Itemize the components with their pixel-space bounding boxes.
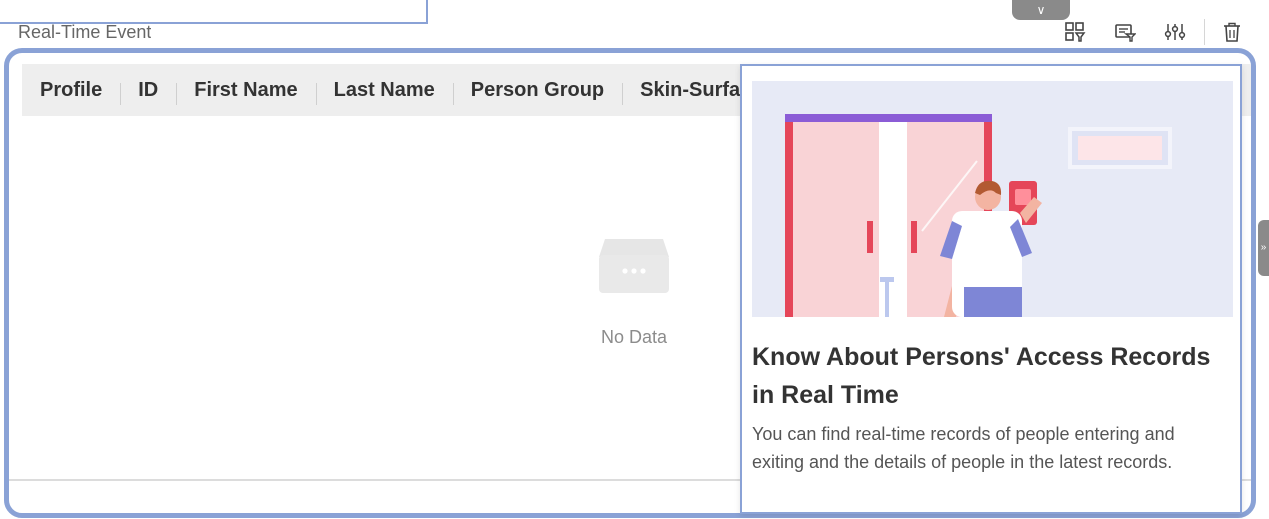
- chevron-down-icon: ∨: [1036, 3, 1046, 17]
- popover-description: You can find real-time records of people…: [752, 424, 1175, 472]
- grid-filter-icon: [1065, 22, 1086, 42]
- column-header-last-name[interactable]: Last Name: [315, 79, 453, 105]
- column-settings-button[interactable]: [1160, 16, 1190, 48]
- chevron-right-icon: »: [1260, 242, 1267, 253]
- toolbar: [1060, 16, 1267, 48]
- column-header-person-group[interactable]: Person Group: [452, 79, 622, 105]
- card-filter-button[interactable]: [1110, 16, 1140, 48]
- door-access-illustration: [752, 81, 1233, 317]
- trash-icon: [1224, 22, 1240, 42]
- column-header-first-name[interactable]: First Name: [176, 79, 315, 105]
- section-title: Real-Time Event: [18, 22, 152, 40]
- popover-title: Know About Persons' Access Records in Re…: [752, 343, 1211, 409]
- column-header-profile[interactable]: Profile: [22, 79, 120, 102]
- side-panel-toggle[interactable]: »: [1258, 220, 1269, 276]
- empty-box-icon: [599, 239, 669, 293]
- column-header-id[interactable]: ID: [120, 79, 176, 105]
- toolbar-divider: [1204, 19, 1205, 45]
- delete-button[interactable]: [1217, 16, 1247, 48]
- access-records-illustration: [752, 81, 1233, 317]
- feature-tip-popover: Know About Persons' Access Records in Re…: [740, 64, 1242, 514]
- card-filter-icon: [1115, 24, 1136, 42]
- empty-state-text: No Data: [600, 327, 668, 347]
- sliders-icon: [1164, 24, 1186, 40]
- grid-filter-button[interactable]: [1060, 16, 1090, 48]
- column-header-skin-surface[interactable]: Skin-Surfa: [622, 79, 758, 105]
